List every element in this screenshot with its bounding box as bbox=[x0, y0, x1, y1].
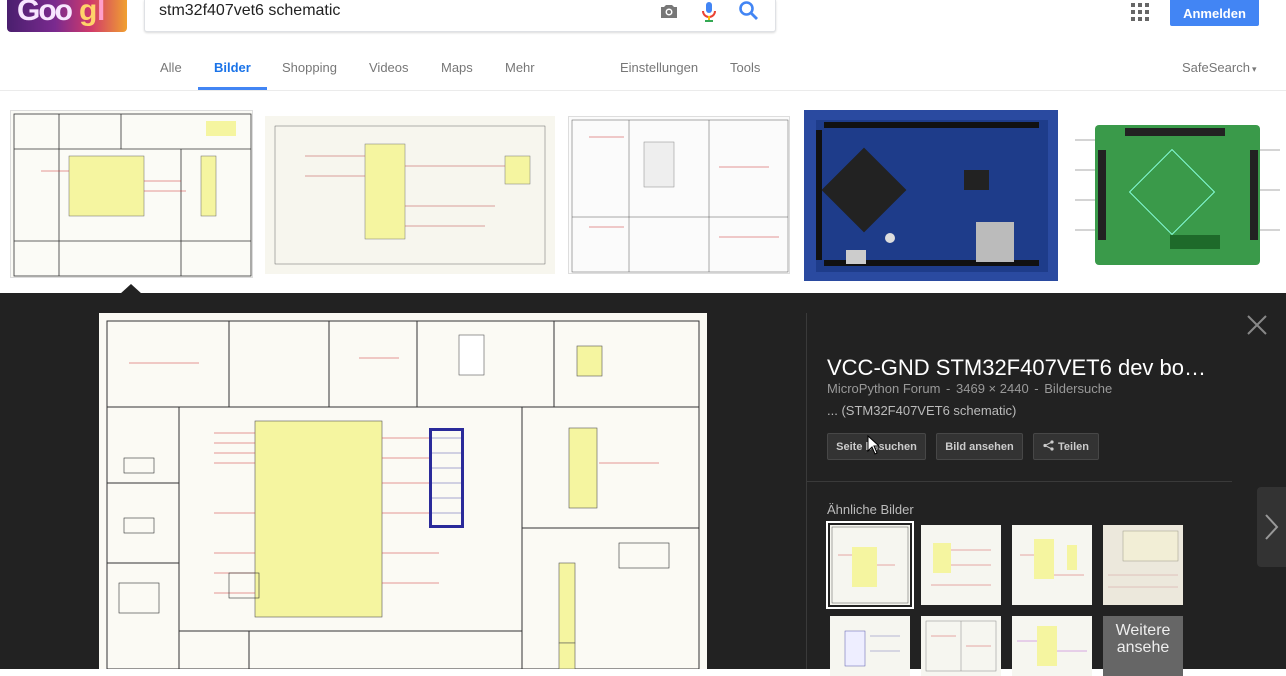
share-label: Teilen bbox=[1058, 440, 1089, 453]
similar-image-7[interactable] bbox=[1012, 616, 1092, 676]
similar-image-5[interactable] bbox=[830, 616, 910, 676]
result-image-4[interactable] bbox=[804, 110, 1058, 281]
source-site[interactable]: MicroPython Forum bbox=[827, 381, 940, 396]
similar-image-4[interactable] bbox=[1103, 525, 1183, 605]
result-image-3[interactable] bbox=[568, 116, 790, 274]
result-image-5[interactable] bbox=[1070, 110, 1286, 281]
share-icon bbox=[1043, 439, 1054, 454]
mouse-cursor-icon bbox=[867, 434, 881, 455]
image-results-row bbox=[0, 92, 1286, 293]
search-input[interactable] bbox=[159, 0, 639, 22]
safesearch-dropdown[interactable]: SafeSearch ▾ bbox=[1182, 60, 1256, 75]
search-box[interactable] bbox=[144, 0, 776, 32]
image-viewer-panel: VCC-GND STM32F407VET6 dev bo… MicroPytho… bbox=[0, 293, 1286, 676]
see-more-button[interactable]: Weitere ansehe bbox=[1103, 616, 1183, 676]
image-description: ... (STM32F407VET6 schematic) bbox=[827, 403, 1017, 418]
tab-bilder[interactable]: Bilder bbox=[214, 60, 251, 75]
tab-tools[interactable]: Tools bbox=[730, 60, 760, 75]
view-image-button[interactable]: Bild ansehen bbox=[936, 433, 1023, 460]
signin-button[interactable]: Anmelden bbox=[1170, 0, 1259, 26]
panel-divider bbox=[806, 313, 807, 669]
result-image-1[interactable] bbox=[10, 110, 253, 278]
camera-icon[interactable] bbox=[657, 0, 681, 24]
image-type: Bildersuche bbox=[1044, 381, 1113, 396]
apps-icon[interactable] bbox=[1131, 3, 1149, 21]
close-icon[interactable] bbox=[1246, 314, 1268, 336]
image-meta: MicroPython Forum - 3469 × 2440 - Bilder… bbox=[827, 381, 1114, 396]
search-icon[interactable] bbox=[737, 0, 761, 24]
preview-image[interactable] bbox=[99, 313, 707, 669]
tab-shopping[interactable]: Shopping bbox=[282, 60, 337, 75]
search-tabs: Alle Bilder Shopping Videos Maps Mehr Ei… bbox=[0, 48, 1286, 91]
next-image-button[interactable] bbox=[1257, 487, 1286, 567]
meta-separator-1: - bbox=[946, 381, 951, 396]
similar-images-heading: Ähnliche Bilder bbox=[827, 502, 914, 517]
image-dimensions: 3469 × 2440 bbox=[956, 381, 1029, 396]
tab-alle[interactable]: Alle bbox=[160, 60, 182, 75]
microphone-icon[interactable] bbox=[697, 0, 721, 24]
panel-separator bbox=[807, 481, 1232, 482]
google-doodle-logo[interactable]: Goo g l bbox=[7, 0, 127, 32]
meta-separator-2: - bbox=[1034, 381, 1039, 396]
tab-mehr[interactable]: Mehr bbox=[505, 60, 535, 75]
similar-image-2[interactable] bbox=[921, 525, 1001, 605]
caret-down-icon: ▾ bbox=[1251, 64, 1257, 74]
safesearch-label: SafeSearch bbox=[1182, 60, 1250, 75]
result-image-2[interactable] bbox=[265, 116, 555, 274]
active-tab-indicator bbox=[198, 87, 267, 90]
tab-videos[interactable]: Videos bbox=[369, 60, 409, 75]
tab-maps[interactable]: Maps bbox=[441, 60, 473, 75]
similar-image-1[interactable] bbox=[826, 521, 914, 609]
image-title[interactable]: VCC-GND STM32F407VET6 dev bo… bbox=[827, 355, 1217, 381]
share-button[interactable]: Teilen bbox=[1033, 433, 1099, 460]
tab-einstellungen[interactable]: Einstellungen bbox=[620, 60, 698, 75]
similar-image-3[interactable] bbox=[1012, 525, 1092, 605]
similar-image-6[interactable] bbox=[921, 616, 1001, 676]
